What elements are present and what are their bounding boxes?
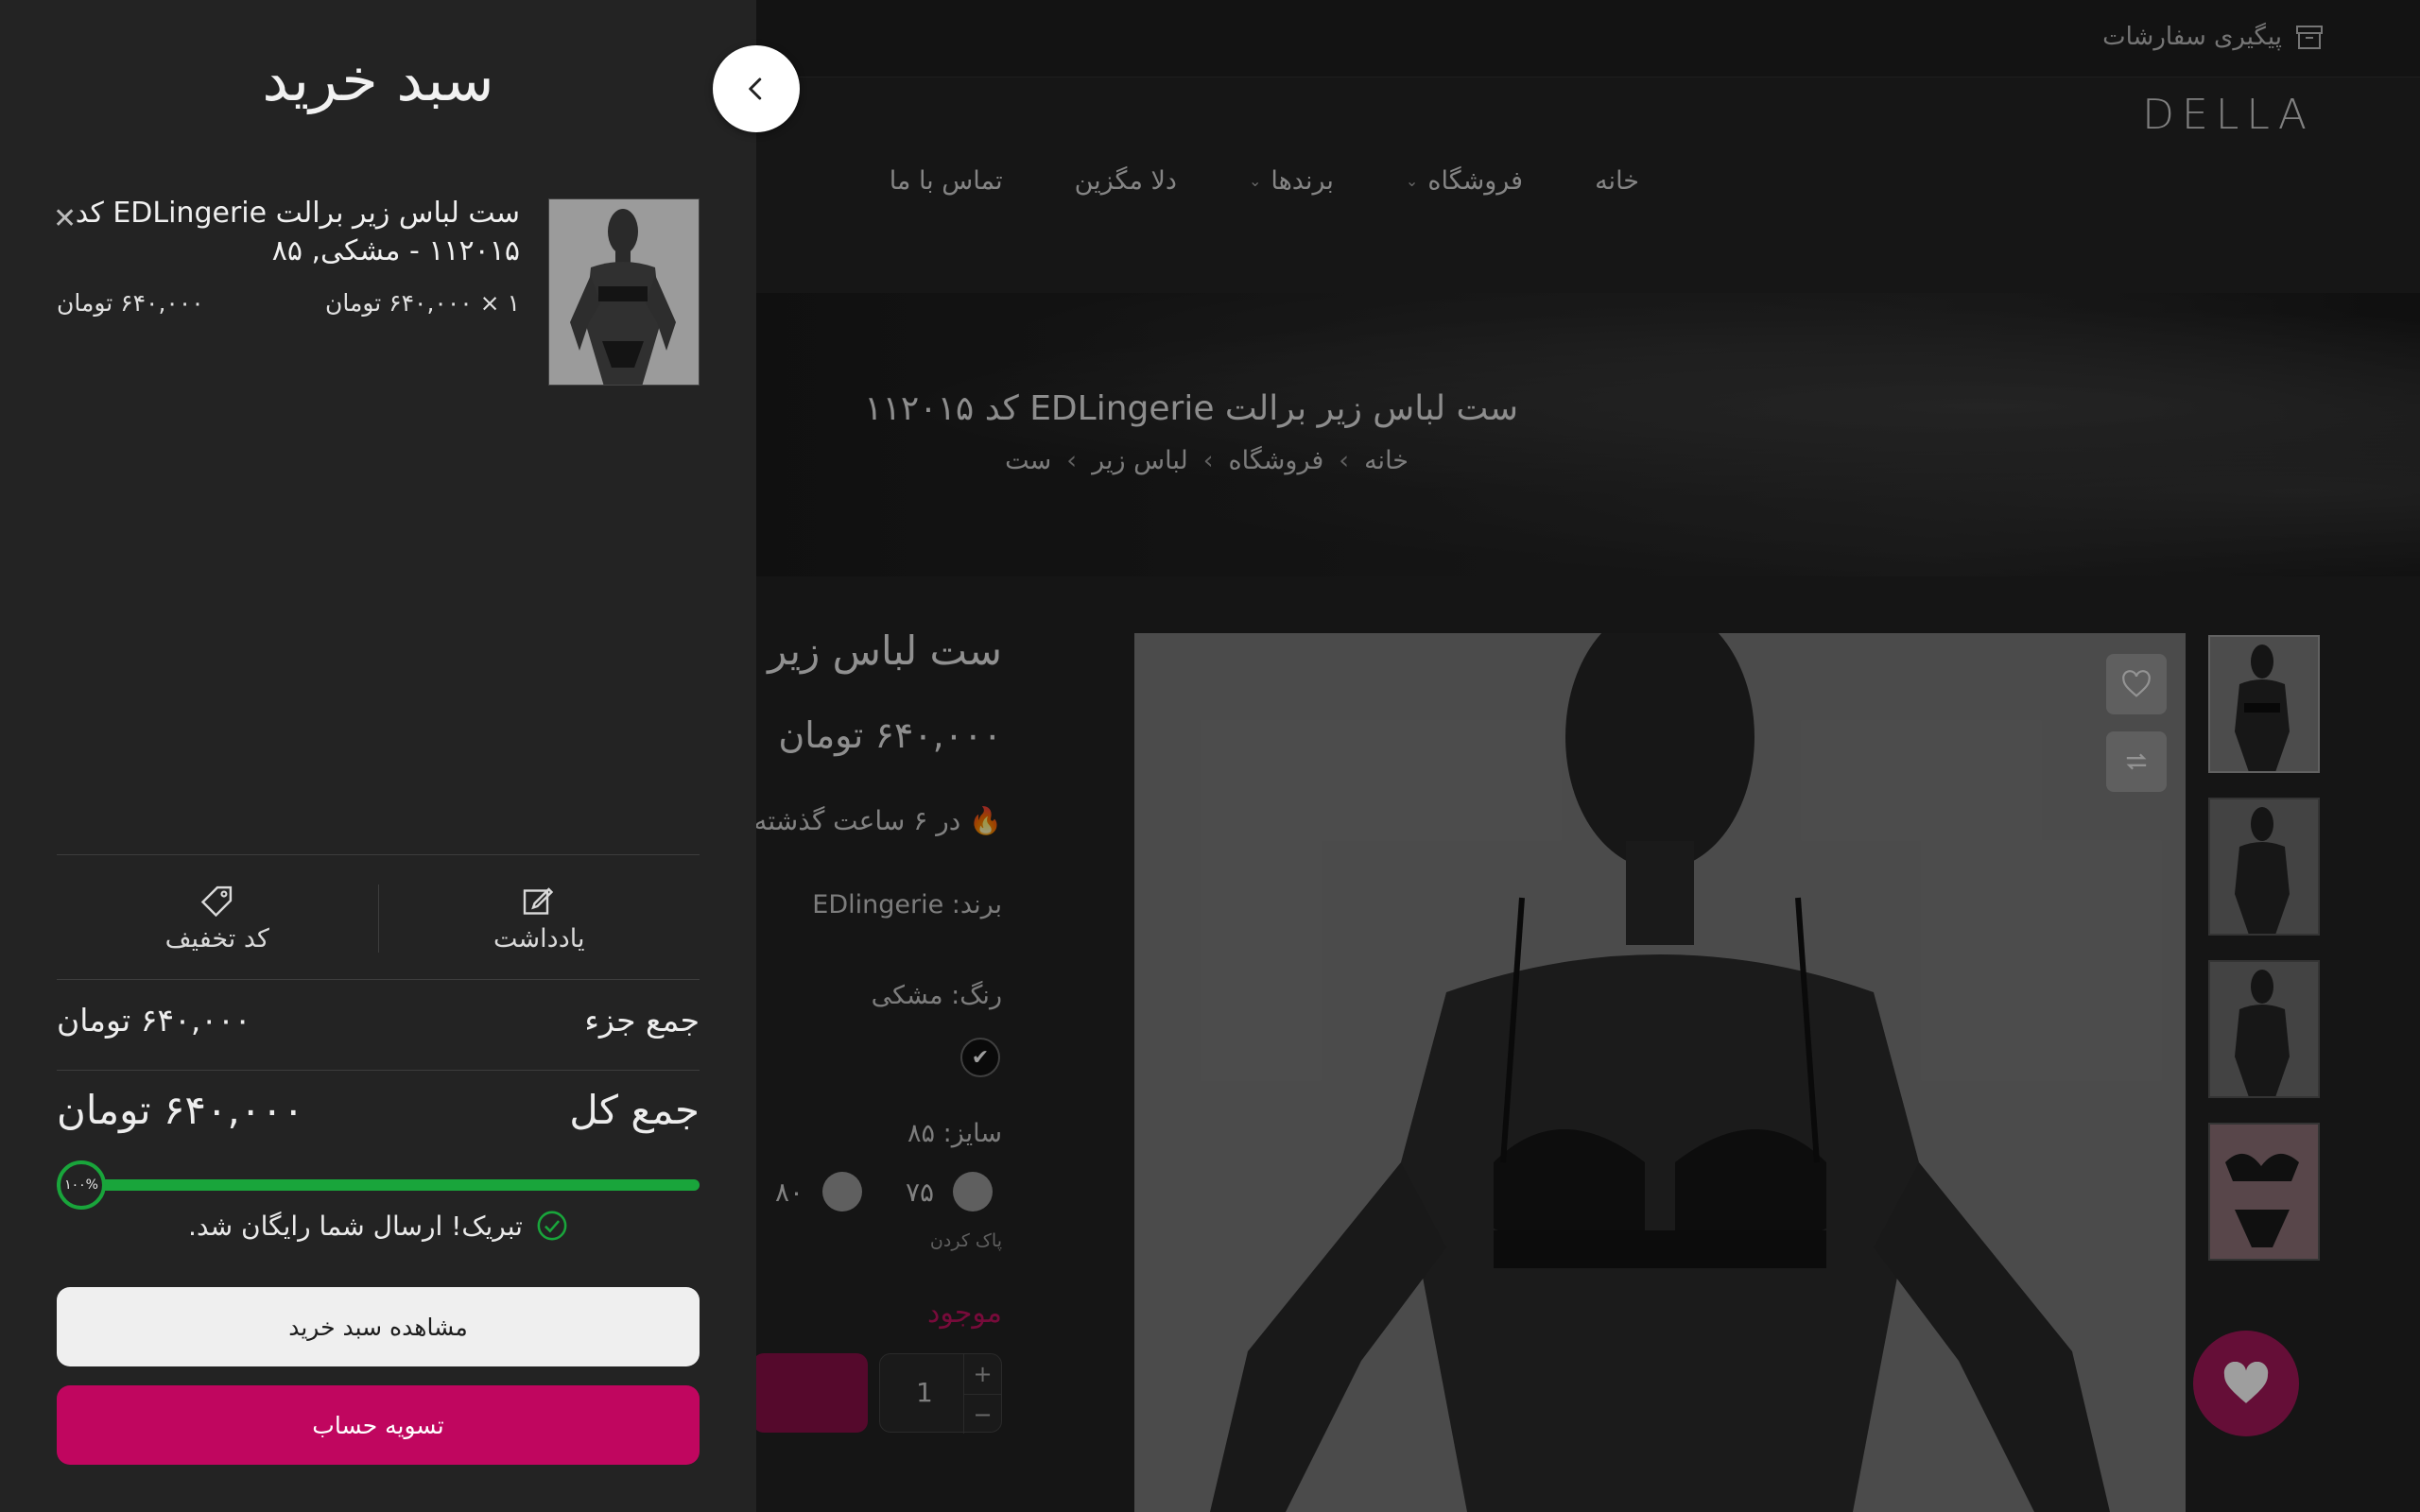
free-shipping-progress: ۱۰۰% [57,1160,700,1210]
checkout-button[interactable]: تسویه حساب [57,1385,700,1465]
view-cart-button[interactable]: مشاهده سبد خرید [57,1287,700,1366]
edit-note-icon [524,886,554,915]
total-value: ۶۴۰,۰۰۰ تومان [57,1087,304,1133]
total-label: جمع کل [569,1087,700,1133]
subtotal-value: ۶۴۰,۰۰۰ تومان [57,1002,251,1039]
check-circle-icon [537,1211,567,1241]
cart-item-line-total: ۶۴۰,۰۰۰ تومان [57,289,204,317]
progress-fill [57,1179,700,1191]
cart-item-name[interactable]: ست لباس زیر برالت EDLingerie کد ۱۱۲۰۱۵ -… [47,195,520,270]
close-icon: ✕ [53,202,78,235]
cart-tools: یادداشت کد تخفیف [57,860,700,977]
progress-knob: ۱۰۰% [57,1160,106,1210]
cart-item-image[interactable] [548,198,700,386]
cart-drawer: سبد خرید ست لباس زیر برالت EDLingerie کد… [0,0,756,1512]
free-shipping-message: تبریک! ارسال شما رایگان شد. [0,1210,756,1242]
subtotal-row: جمع جزء ۶۴۰,۰۰۰ تومان [57,1002,700,1039]
tool-separator [377,885,379,953]
mannequin-thumb [570,209,676,385]
coupon-button[interactable]: کد تخفیف [57,860,378,977]
subtotal-label: جمع جزء [584,1002,700,1039]
chevron-left-icon [749,77,762,100]
note-label: یادداشت [493,923,585,954]
note-button[interactable]: یادداشت [379,860,700,977]
divider [57,979,700,980]
free-shipping-text: تبریک! ارسال شما رایگان شد. [188,1210,523,1242]
tag-icon [200,885,232,917]
coupon-label: کد تخفیف [164,923,269,954]
cart-title: سبد خرید [262,45,494,114]
total-row: جمع کل ۶۴۰,۰۰۰ تومان [57,1087,700,1133]
remove-item-button[interactable]: ✕ [53,202,77,235]
divider [57,854,700,855]
progress-percent: ۱۰۰% [64,1177,98,1193]
cart-item-quantity-price: ۱ × ۶۴۰,۰۰۰ تومان [325,289,520,317]
close-drawer-button[interactable] [713,45,800,132]
divider [57,1070,700,1071]
